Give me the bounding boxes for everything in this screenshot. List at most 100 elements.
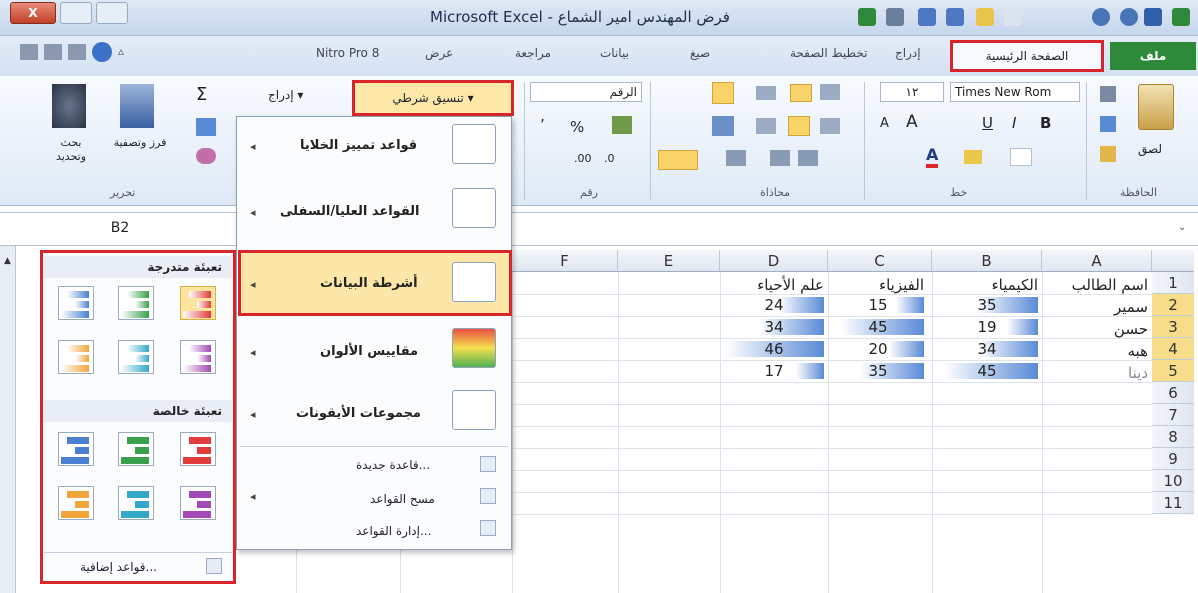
vertical-scrollbar[interactable] [0, 246, 16, 593]
data-bar-swatch[interactable] [118, 486, 154, 520]
align-middle-icon[interactable] [790, 84, 812, 102]
expand-formula-icon[interactable]: ⌄ [1178, 222, 1186, 233]
insert-cells-button[interactable]: إدراج ▾ [268, 88, 303, 102]
italic-button[interactable]: I [1012, 114, 1016, 132]
number-format-combo[interactable]: الرقم [530, 82, 642, 102]
tab-insert[interactable]: إدراج [895, 46, 921, 60]
name-box[interactable]: B2 [20, 216, 220, 242]
cell-c4[interactable]: 20 [832, 338, 924, 360]
column-header-d[interactable]: D [720, 250, 828, 272]
percent-button[interactable]: % [570, 118, 584, 136]
wrap-text-icon[interactable] [712, 82, 734, 104]
cell-b5[interactable]: 45 [936, 360, 1038, 382]
cell-b2[interactable]: 35 [936, 294, 1038, 316]
bold-button[interactable]: B [1040, 114, 1051, 132]
data-bar-swatch[interactable] [58, 340, 94, 374]
menu-item-color-scales[interactable]: مقاييس الألوان [320, 344, 418, 359]
redo-icon[interactable] [1120, 8, 1138, 26]
copy-icon[interactable] [1100, 116, 1116, 132]
accounting-format-icon[interactable] [612, 116, 632, 134]
decrease-decimal-button[interactable]: .0 [604, 152, 615, 165]
column-header-a[interactable]: A [1042, 250, 1152, 272]
row-header-11[interactable]: 11 [1152, 492, 1194, 514]
tab-formulas[interactable]: صيغ [690, 46, 710, 60]
menu-item-highlight-rules[interactable]: قواعد تمييز الخلايا [300, 138, 417, 153]
align-top-icon[interactable] [820, 84, 840, 100]
font-size-combo[interactable]: ١٢ [880, 82, 944, 102]
select-all-corner[interactable] [1152, 250, 1194, 272]
format-painter-icon[interactable] [1100, 146, 1116, 162]
data-bar-swatch[interactable] [180, 286, 216, 320]
column-header-e[interactable]: E [618, 250, 720, 272]
data-bar-swatch[interactable] [118, 432, 154, 466]
data-bar-swatch[interactable] [58, 286, 94, 320]
align-center-icon[interactable] [788, 116, 810, 136]
rtl-direction-icon[interactable] [658, 150, 698, 170]
cell-d3[interactable]: 34 [724, 316, 824, 338]
find-select-label[interactable]: بحث وتحديد [46, 136, 96, 164]
conditional-formatting-button[interactable]: تنسيق شرطي ▾ [352, 80, 514, 116]
row-header-4[interactable]: 4 [1152, 338, 1194, 360]
help-icon[interactable] [92, 42, 112, 62]
cell-a4[interactable]: هبه [1046, 340, 1148, 362]
font-color-button[interactable]: A [926, 146, 939, 168]
row-header-9[interactable]: 9 [1152, 448, 1194, 470]
clear-icon[interactable] [196, 148, 216, 164]
cell-c1[interactable]: الفيزياء [832, 274, 924, 296]
copy-icon[interactable] [918, 8, 936, 26]
tab-home[interactable]: الصفحة الرئيسية [950, 40, 1104, 72]
tab-nitro[interactable]: Nitro Pro 8 [316, 46, 379, 60]
column-header-f[interactable]: F [512, 250, 618, 272]
paste-icon[interactable] [1138, 84, 1174, 130]
cell-b3[interactable]: 19 [936, 316, 1038, 338]
save-icon[interactable] [1144, 8, 1162, 26]
cell-b1[interactable]: الكيمياء [936, 274, 1038, 296]
orientation-icon[interactable] [726, 150, 746, 166]
cut-icon[interactable] [886, 8, 904, 26]
maximize-button[interactable] [60, 2, 92, 24]
close-button[interactable]: X [10, 2, 56, 24]
column-header-c[interactable]: C [828, 250, 932, 272]
row-header-3[interactable]: 3 [1152, 316, 1194, 338]
row-header-8[interactable]: 8 [1152, 426, 1194, 448]
increase-indent-icon[interactable] [770, 150, 790, 166]
print-preview-icon[interactable] [946, 8, 964, 26]
tab-page-layout[interactable]: تخطيط الصفحة [790, 46, 867, 60]
data-bar-swatch[interactable] [180, 432, 216, 466]
data-bar-swatch[interactable] [118, 286, 154, 320]
merge-center-icon[interactable] [712, 116, 734, 136]
fill-icon[interactable] [196, 118, 216, 136]
row-header-5[interactable]: 5 [1152, 360, 1194, 382]
row-header-1[interactable]: 1 [1152, 272, 1194, 294]
cell-a5[interactable]: دينا [1046, 362, 1148, 384]
open-icon[interactable] [976, 8, 994, 26]
tab-data[interactable]: بيانات [600, 46, 629, 60]
paste-label[interactable]: لصق [1138, 142, 1162, 156]
cell-d2[interactable]: 24 [724, 294, 824, 316]
increase-decimal-button[interactable]: .00 [574, 152, 592, 165]
cell-a3[interactable]: حسن [1046, 318, 1148, 340]
tab-file[interactable]: ملف [1110, 42, 1196, 70]
cell-d5[interactable]: 17 [724, 360, 824, 382]
data-bar-swatch[interactable] [118, 340, 154, 374]
ribbon-options-icon[interactable] [20, 44, 38, 60]
align-right-icon[interactable] [820, 118, 840, 134]
align-bottom-icon[interactable] [756, 86, 776, 100]
sort-filter-icon[interactable] [120, 84, 154, 128]
shrink-font-button[interactable]: A [880, 116, 889, 131]
scroll-up-icon[interactable]: ▲ [4, 256, 11, 266]
align-left-icon[interactable] [756, 118, 776, 134]
cell-b4[interactable]: 34 [936, 338, 1038, 360]
find-select-icon[interactable] [52, 84, 86, 128]
data-bar-swatch[interactable] [180, 340, 216, 374]
cell-c5[interactable]: 35 [832, 360, 924, 382]
data-bar-swatch[interactable] [58, 432, 94, 466]
fill-color-icon[interactable] [964, 150, 982, 164]
row-header-7[interactable]: 7 [1152, 404, 1194, 426]
data-bar-swatch[interactable] [58, 486, 94, 520]
menu-item-icon-sets[interactable]: مجموعات الأيقونات [296, 406, 421, 421]
cell-c2[interactable]: 15 [832, 294, 924, 316]
underline-button[interactable]: U [982, 114, 993, 132]
cell-a1[interactable]: اسم الطالب [1046, 274, 1148, 296]
menu-item-new-rule[interactable]: قاعدة جديدة... [356, 458, 430, 472]
